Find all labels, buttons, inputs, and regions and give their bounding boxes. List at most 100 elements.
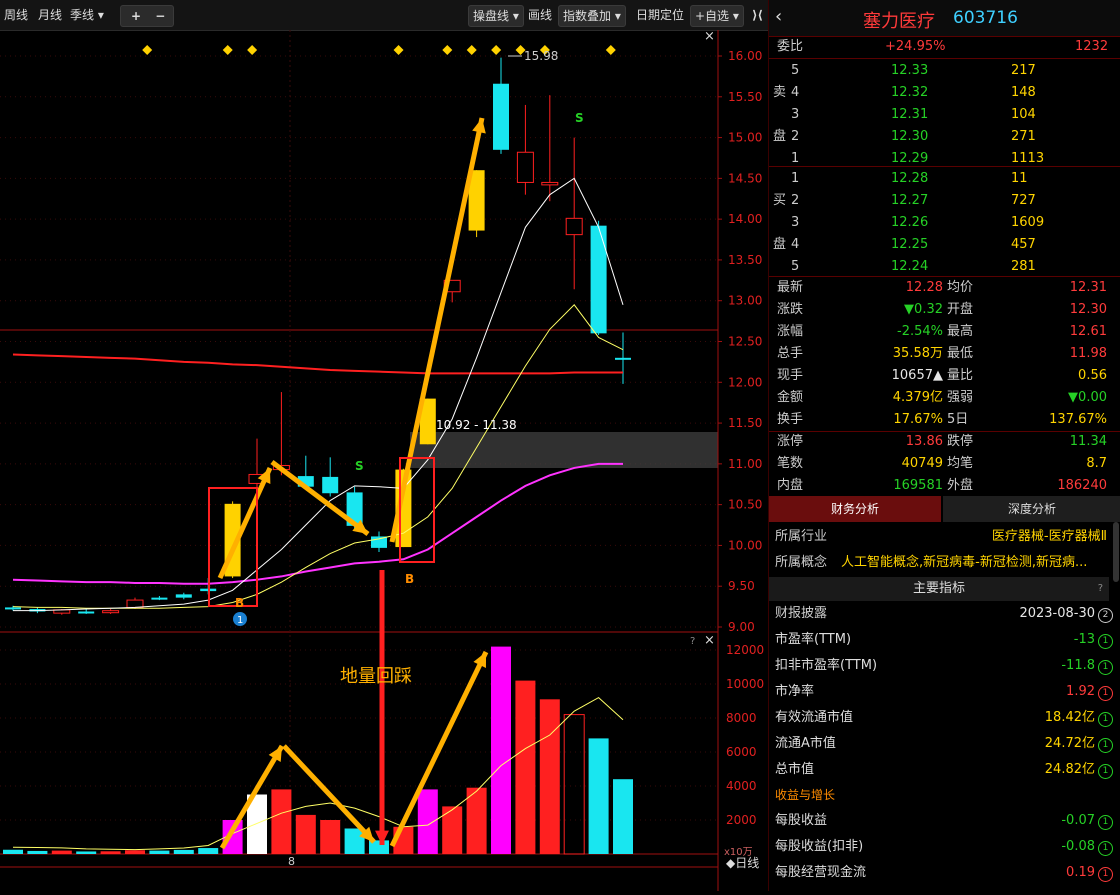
indicator-label: 扣非市盈率(TTM) — [775, 658, 878, 673]
event-marker-icon — [142, 45, 153, 55]
buy-label: 盘 — [773, 237, 787, 252]
divider — [769, 166, 1120, 167]
volume-tick-label: 2000 — [726, 813, 757, 827]
quote-value: 186240 — [1057, 478, 1107, 493]
info-badge-icon[interactable]: 1 — [1098, 815, 1113, 830]
price-tick-label: 15.50 — [728, 90, 762, 104]
sell-signal: S — [575, 111, 584, 125]
info-badge-icon[interactable]: 1 — [1098, 738, 1113, 753]
date-locate-button[interactable]: 日期定位 — [632, 5, 688, 25]
ma5-line — [13, 177, 624, 612]
watchlist-dropdown[interactable]: +自选 ▾ — [690, 5, 744, 27]
quote-label: 最高 — [947, 324, 974, 339]
volume-bar — [417, 789, 438, 854]
tab-finance[interactable]: 财务分析 — [769, 496, 941, 522]
chart-area: 16.00 15.50 15.00 14.50 14.00 13.50 13.00 12.50… — [0, 29, 768, 891]
buy-price: 12.25 — [891, 237, 929, 252]
quote-value: 17.67% — [893, 412, 943, 427]
volume-bar — [149, 850, 170, 854]
info-badge-icon[interactable]: 1 — [1098, 867, 1113, 882]
order-level: 3 — [791, 215, 800, 230]
quote-label: 内盘 — [777, 478, 804, 493]
quote-value: 12.30 — [1069, 302, 1107, 317]
tab-depth[interactable]: 深度分析 — [943, 496, 1120, 522]
info-badge-icon[interactable]: 2 — [1098, 608, 1113, 623]
close-panel-icon: × — [704, 633, 715, 648]
indicator-value: -13 — [1073, 632, 1095, 647]
indicator-label: 市净率 — [775, 684, 815, 699]
month-button[interactable]: 月线 — [34, 5, 66, 25]
event-marker-icon — [491, 45, 502, 55]
indicator-value: 0.19 — [1066, 865, 1095, 880]
info-badge-icon[interactable]: 1 — [1098, 764, 1113, 779]
buy-signal: B — [405, 572, 414, 586]
volume-bar — [613, 779, 633, 854]
info-badge-icon[interactable]: 1 — [1098, 841, 1113, 856]
price-tick-label: 13.50 — [728, 253, 762, 267]
index-overlay-dropdown[interactable]: 指数叠加 ▾ — [558, 5, 626, 27]
season-dropdown[interactable]: 季线 ▾ — [66, 5, 108, 25]
mode-dropdown[interactable]: 操盘线 ▾ — [468, 5, 524, 27]
kline-chart[interactable]: 16.00 15.50 15.00 14.50 14.00 13.50 13.00 12.50… — [0, 29, 768, 891]
price-tick-label: 10.00 — [728, 538, 762, 552]
price-tick-label: 9.50 — [728, 579, 755, 593]
candle-body — [371, 536, 387, 548]
concept-value[interactable]: 人工智能概念,新冠病毒-新冠检测,新冠病... — [841, 552, 1107, 574]
volume-bar — [27, 850, 48, 854]
candle-body — [516, 151, 534, 183]
report-date: 2023-08-30 — [1019, 606, 1095, 621]
quote-label: 涨停 — [777, 434, 804, 449]
zoom-in-button[interactable]: + — [131, 9, 141, 23]
collapse-panel-icon[interactable]: ⟩⟨ — [748, 5, 767, 25]
annotation-label: 地量回踩 — [340, 666, 412, 687]
order-level: 4 — [791, 237, 800, 252]
buy-price: 12.24 — [891, 259, 929, 274]
buy-price: 12.27 — [891, 193, 929, 208]
candlestick-series — [5, 57, 631, 615]
info-badge-icon[interactable]: 1 — [1098, 712, 1113, 727]
close-chart-icon: × — [704, 30, 715, 44]
candle-body — [175, 594, 192, 598]
help-icon[interactable]: ? — [1098, 577, 1103, 601]
volume-bar — [539, 699, 560, 854]
back-arrow-icon[interactable]: ‹ — [775, 6, 782, 27]
info-badge-icon[interactable]: 1 — [1098, 660, 1113, 675]
quote-label: 外盘 — [947, 478, 974, 493]
candle-body — [5, 607, 21, 610]
quote-label: 笔数 — [777, 456, 804, 471]
scrollbar[interactable] — [1113, 522, 1119, 582]
growth-title: 收益与增长 — [775, 788, 836, 802]
quote-value: 40749 — [901, 456, 943, 471]
volume-bar — [320, 820, 341, 854]
volume-bar — [588, 738, 609, 854]
event-marker-icon — [466, 45, 477, 55]
info-badge-icon[interactable]: 1 — [1098, 634, 1113, 649]
industry-value[interactable]: 医疗器械-医疗器械Ⅱ — [992, 526, 1107, 548]
zoom-out-button[interactable]: − — [155, 9, 165, 23]
volume-axis: 12000 10000 8000 6000 4000 2000 — [726, 643, 764, 827]
quote-label: 金额 — [777, 390, 804, 405]
quote-value: 4.379亿 — [892, 390, 943, 405]
volume-tick-label: 4000 — [726, 779, 757, 793]
indicator-label: 市盈率(TTM) — [775, 632, 852, 647]
price-tick-label: 12.00 — [728, 375, 762, 389]
price-grid — [0, 30, 718, 850]
event-marker-icon — [442, 45, 453, 55]
candle-body — [541, 181, 559, 186]
week-button[interactable]: 周线 — [0, 5, 32, 25]
info-badge-icon[interactable]: 1 — [1098, 686, 1113, 701]
order-level: 5 — [791, 63, 800, 78]
quote-label: 最新 — [777, 280, 804, 295]
sell-price: 12.31 — [891, 107, 929, 122]
indicator-value: -0.08 — [1061, 839, 1095, 854]
draw-line-button[interactable]: 画线 — [524, 5, 556, 25]
range-label: 10.92 - 11.38 — [436, 418, 517, 432]
order-level: 4 — [791, 85, 800, 100]
indicator-label: 流通A市值 — [775, 736, 836, 751]
stock-name: 塞力医疗 — [863, 11, 935, 32]
analysis-tabs: 财务分析 深度分析 — [769, 496, 1120, 522]
indicator-label: 总市值 — [775, 762, 815, 777]
event-marker-icon — [222, 45, 233, 55]
buy-label: 买 — [773, 193, 787, 208]
quote-value: 11.34 — [1069, 434, 1107, 449]
